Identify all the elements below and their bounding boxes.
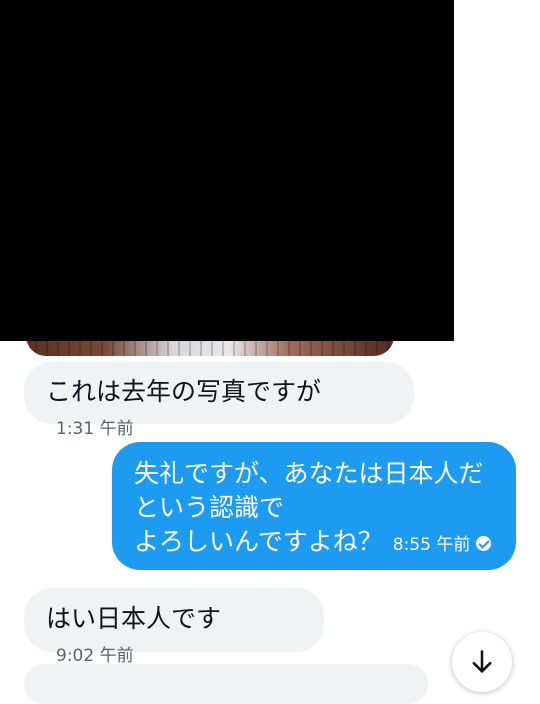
redaction-block <box>0 0 454 341</box>
arrow-down-icon <box>472 650 492 673</box>
read-check-icon <box>476 536 492 551</box>
message-time: 1:31 午前 <box>56 419 134 439</box>
message-time: 9:02 午前 <box>56 646 134 666</box>
message-bubble-incoming[interactable]: これは去年の写真ですが 1:31 午前 <box>24 362 414 439</box>
shared-photo[interactable] <box>0 0 454 357</box>
message-bubble-outgoing[interactable]: 失礼ですが、あなたは日本人だ という認識で よろしいんですよね？ 8:55 午前 <box>112 442 516 570</box>
message-bubble-incoming[interactable]: はい日本人です 9:02 午前 <box>24 588 324 666</box>
message-text: はい日本人です <box>46 604 222 633</box>
message-text: これは去年の写真ですが <box>46 377 322 406</box>
message-bubble-incoming-partial[interactable] <box>24 664 428 704</box>
scroll-to-bottom-button[interactable] <box>452 632 512 692</box>
message-time: 8:55 午前 <box>392 535 471 555</box>
